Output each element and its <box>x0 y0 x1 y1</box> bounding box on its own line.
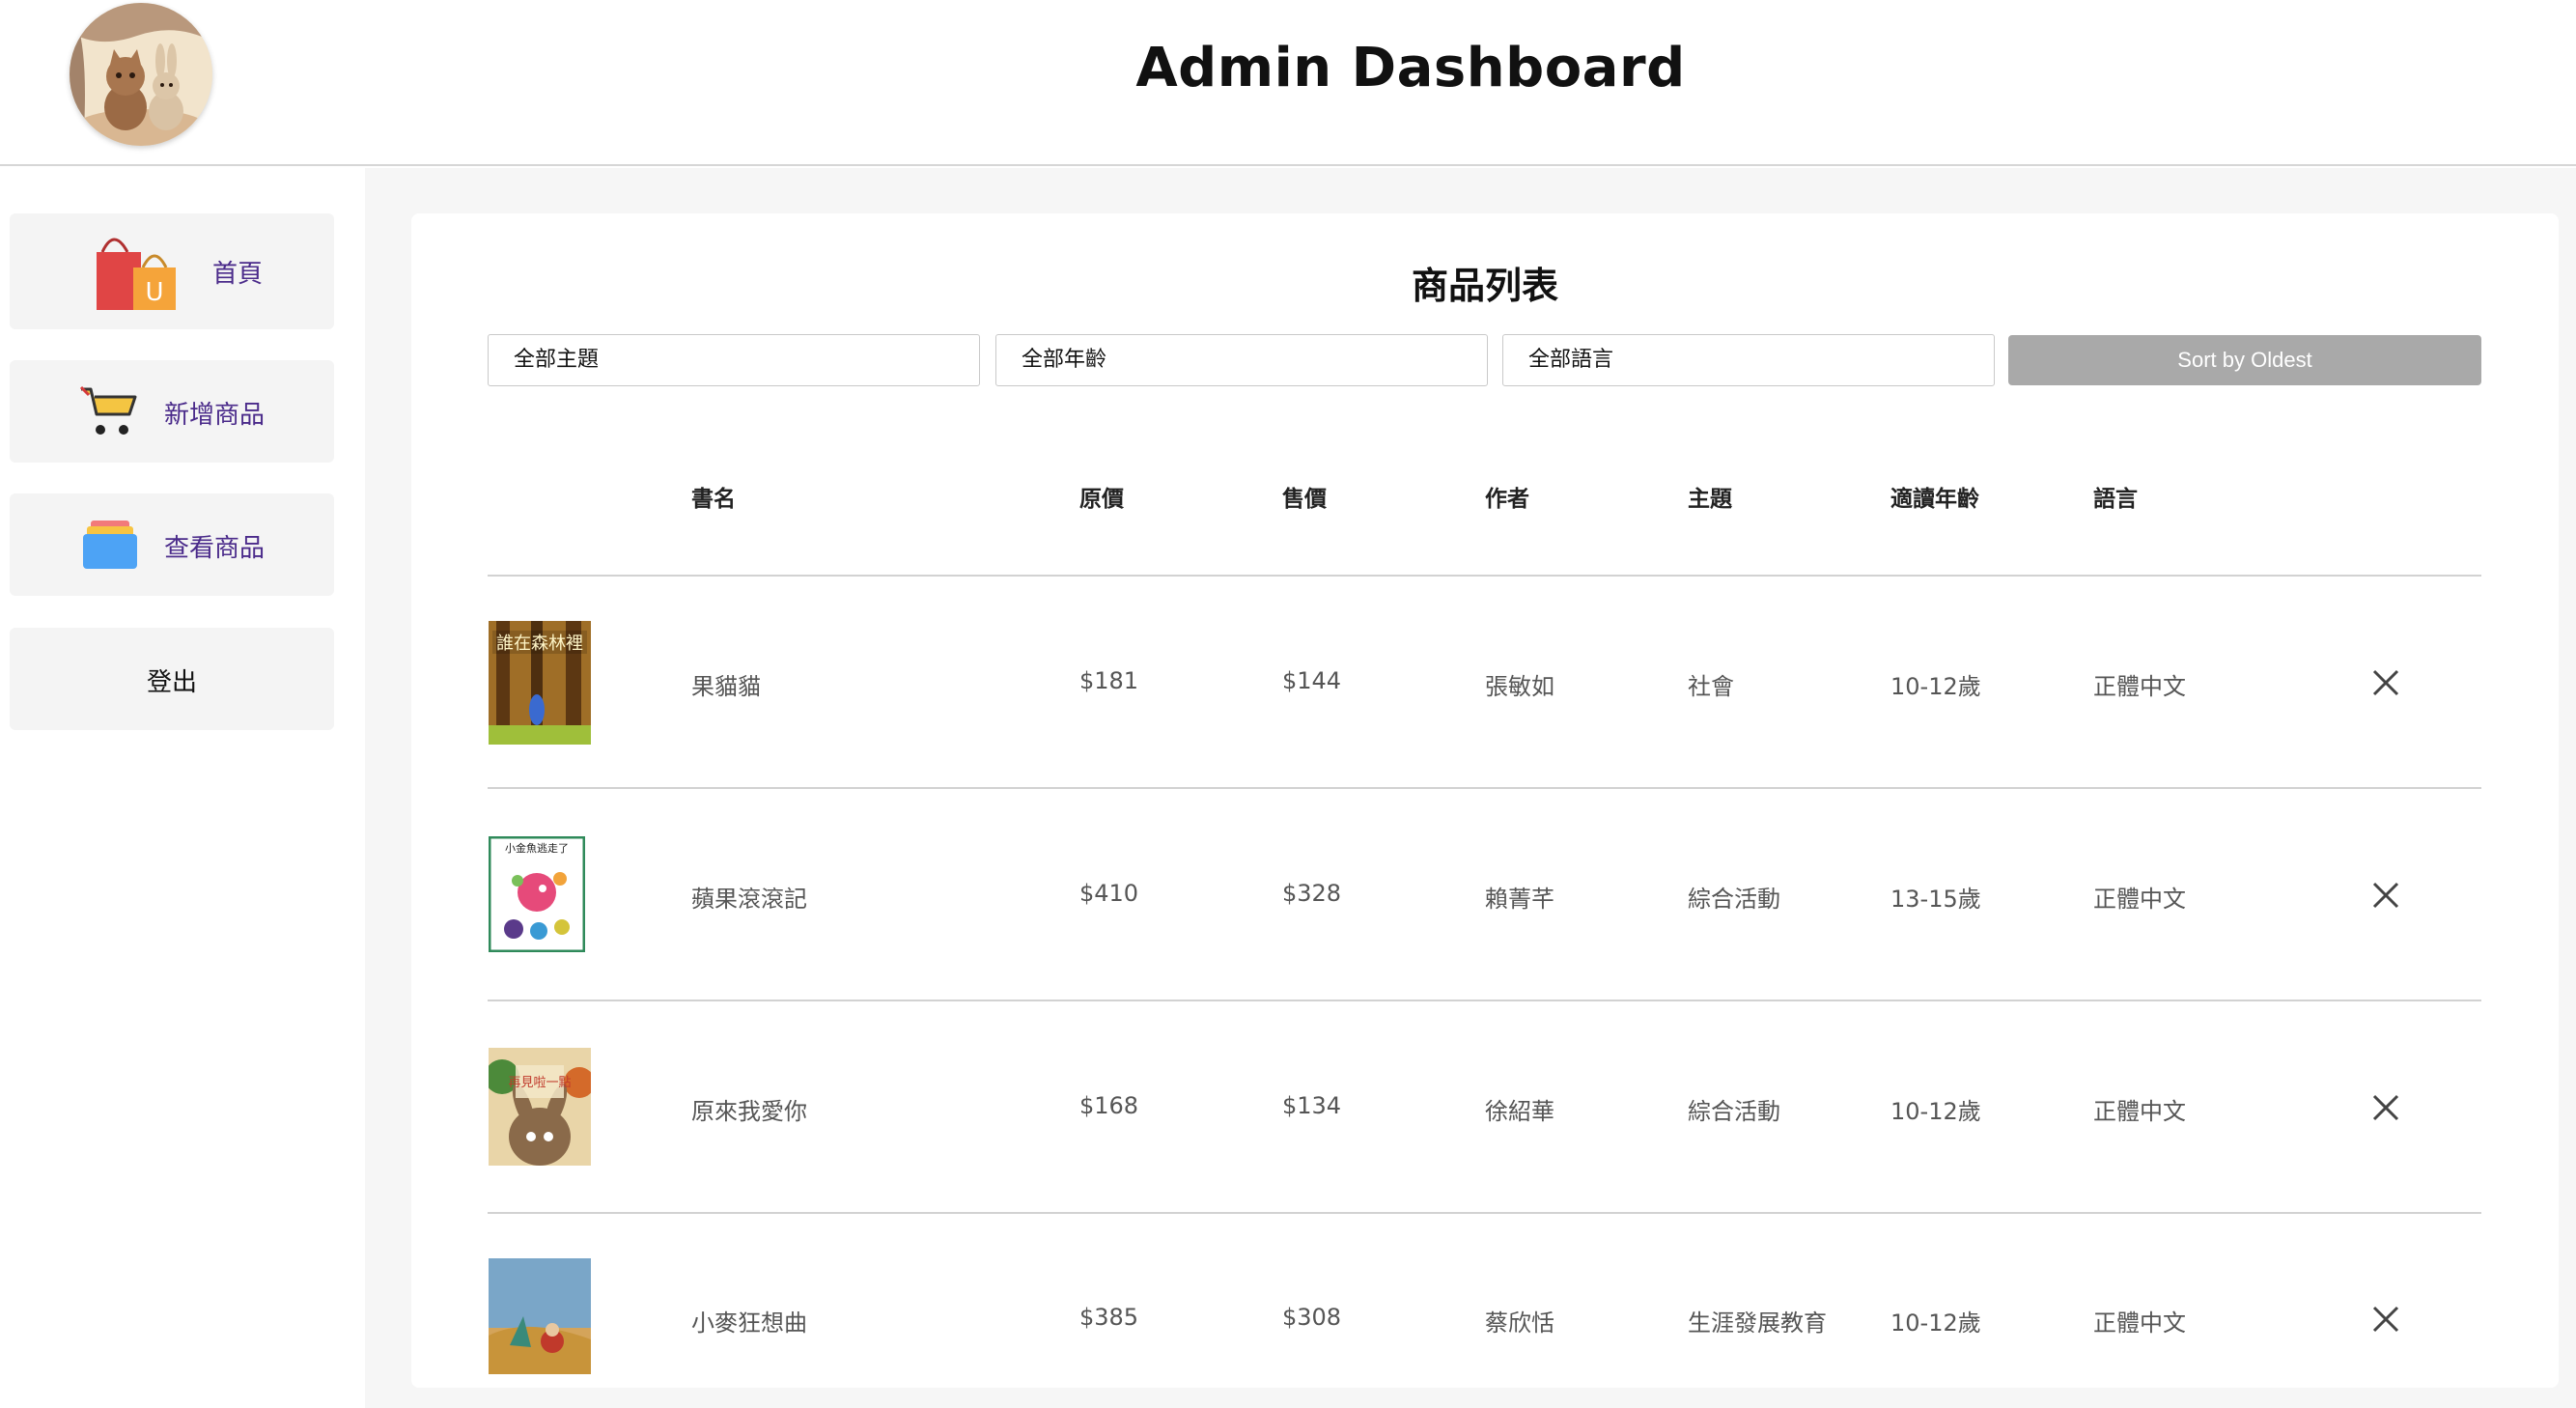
divider <box>488 1000 2481 1001</box>
divider <box>488 575 2481 577</box>
shopping-bag-icon: U <box>85 223 182 324</box>
author: 張敏如 <box>1485 673 1554 700</box>
language: 正體中文 <box>2093 673 2186 700</box>
topic: 生涯發展教育 <box>1688 1309 1827 1337</box>
sidebar-item-label: 新增商品 <box>164 401 266 430</box>
cover-title: 誰在森林裡 <box>496 634 583 654</box>
sort-button[interactable]: Sort by Oldest <box>2008 335 2481 385</box>
original-price: $410 <box>1079 880 1139 907</box>
book-cover-image: 誰在森林裡 <box>489 621 591 745</box>
product-list-panel: 商品列表 全部主題 全部年齡 全部語言 Sort by Oldest 書名 原價… <box>411 213 2559 1388</box>
topic: 社會 <box>1688 673 1734 700</box>
delete-close-icon[interactable] <box>2371 881 2400 910</box>
author: 蔡欣恬 <box>1485 1309 1554 1337</box>
delete-close-icon[interactable] <box>2371 1093 2400 1122</box>
delete-close-icon[interactable] <box>2371 1305 2400 1334</box>
language: 正體中文 <box>2093 886 2186 913</box>
column-header-author: 作者 <box>1485 487 1529 512</box>
sidebar-item-add-product[interactable]: 新增商品 <box>10 360 334 463</box>
language: 正體中文 <box>2093 1309 2186 1337</box>
book-cover-image: 再見啦一點 <box>489 1048 591 1166</box>
column-header-title: 書名 <box>691 487 736 512</box>
sidebar: U 首頁 新增商品 查看商品 登出 <box>0 168 365 1408</box>
sidebar-item-label: 查看商品 <box>164 534 266 563</box>
book-cover-image: 小金魚逃走了 <box>489 836 585 952</box>
author: 徐紹華 <box>1485 1098 1554 1125</box>
logout-label: 登出 <box>146 668 197 697</box>
book-title: 原來我愛你 <box>691 1098 807 1125</box>
cart-icon <box>77 383 145 446</box>
delete-close-icon[interactable] <box>2371 668 2400 697</box>
age-range: 13-15歲 <box>1890 886 1981 913</box>
topic-filter-select[interactable]: 全部主題 <box>488 334 980 386</box>
page-title: Admin Dashboard <box>1135 37 1686 99</box>
age-range: 10-12歲 <box>1890 1309 1981 1337</box>
age-range: 10-12歲 <box>1890 1098 1981 1125</box>
language-filter-select[interactable]: 全部語言 <box>1502 334 1995 386</box>
language: 正體中文 <box>2093 1098 2186 1125</box>
original-price: $181 <box>1079 667 1139 694</box>
column-header-language: 語言 <box>2093 487 2138 512</box>
sidebar-item-view-products[interactable]: 查看商品 <box>10 493 334 596</box>
sale-price: $134 <box>1282 1092 1342 1119</box>
stack-icon <box>81 521 139 576</box>
cover-title: 小金魚逃走了 <box>505 841 569 855</box>
topic: 綜合活動 <box>1688 1098 1780 1125</box>
book-title: 蘋果滾滾記 <box>691 886 807 913</box>
svg-text:U: U <box>145 278 163 307</box>
book-cover-image <box>489 1258 591 1374</box>
original-price: $168 <box>1079 1092 1139 1119</box>
sale-price: $308 <box>1282 1304 1342 1331</box>
age-filter-select[interactable]: 全部年齡 <box>995 334 1488 386</box>
column-header-price: 原價 <box>1079 487 1124 512</box>
divider <box>488 1212 2481 1214</box>
sale-price: $144 <box>1282 667 1342 694</box>
author: 賴菁芊 <box>1485 886 1554 913</box>
sidebar-item-label: 首頁 <box>212 260 264 289</box>
age-range: 10-12歲 <box>1890 673 1981 700</box>
header-bar: Admin Dashboard <box>0 0 2576 166</box>
panel-title: 商品列表 <box>1411 265 1558 307</box>
original-price: $385 <box>1079 1304 1139 1331</box>
column-header-topic: 主題 <box>1688 487 1732 512</box>
cover-title: 再見啦一點 <box>508 1076 571 1090</box>
column-header-sale-price: 售價 <box>1282 487 1327 512</box>
column-header-age: 適讀年齡 <box>1890 487 1979 512</box>
sidebar-item-home[interactable]: U 首頁 <box>10 213 334 329</box>
logout-button[interactable]: 登出 <box>10 628 334 730</box>
book-title: 果貓貓 <box>691 673 761 700</box>
topic: 綜合活動 <box>1688 886 1780 913</box>
sale-price: $328 <box>1282 880 1342 907</box>
book-title: 小麥狂想曲 <box>691 1309 807 1337</box>
divider <box>488 787 2481 789</box>
